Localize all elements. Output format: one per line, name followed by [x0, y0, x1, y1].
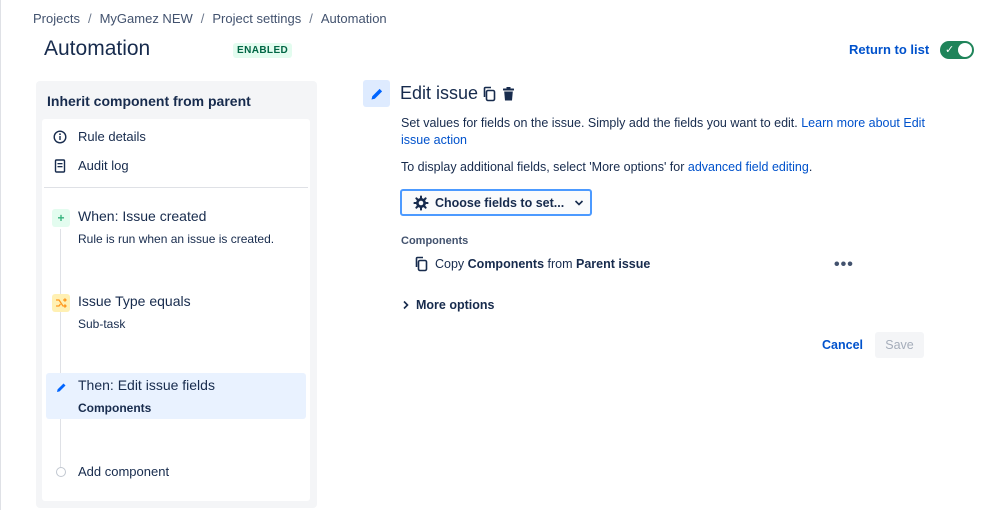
more-options-label: More options	[416, 298, 495, 312]
pencil-icon	[363, 80, 390, 107]
rule-sidebar: Inherit component from parent Rule detai…	[36, 81, 317, 508]
rule-details-label: Rule details	[78, 129, 146, 144]
document-icon	[52, 158, 68, 173]
choose-fields-label: Choose fields to set...	[435, 195, 565, 210]
return-to-list-link[interactable]: Return to list	[849, 42, 929, 57]
step-title: Issue Type equals	[78, 293, 191, 309]
page-title: Automation	[44, 37, 151, 60]
cancel-button[interactable]: Cancel	[815, 332, 870, 358]
rule-name: Inherit component from parent	[47, 93, 251, 109]
step-trigger[interactable]: + When: Issue created Rule is run when a…	[46, 201, 306, 251]
divider	[44, 187, 308, 188]
advanced-field-editing-link[interactable]: advanced field editing	[688, 160, 809, 174]
breadcrumb-project-settings[interactable]: Project settings	[212, 11, 301, 26]
breadcrumb-separator: /	[87, 11, 92, 26]
field-label: Components	[401, 235, 469, 247]
breadcrumb-automation[interactable]: Automation	[321, 11, 387, 26]
note-end: .	[808, 160, 813, 174]
step-condition[interactable]: Issue Type equals Sub-task	[46, 286, 306, 336]
breadcrumb-project[interactable]: MyGamez NEW	[100, 11, 193, 26]
more-actions-icon[interactable]: •••	[834, 256, 854, 274]
chevron-down-icon	[574, 199, 584, 206]
rule-steps-card: Rule details Audit log + When: Issue cre…	[42, 119, 310, 501]
trash-icon[interactable]	[501, 86, 516, 102]
action-title-tools	[482, 86, 516, 102]
info-icon	[52, 129, 68, 144]
more-options-toggle[interactable]: More options	[403, 298, 494, 312]
step-subtitle: Components	[78, 401, 152, 415]
rule-enabled-toggle[interactable]: ✓	[940, 41, 974, 59]
rule-details-link[interactable]: Rule details	[52, 129, 146, 144]
copy-icon	[414, 256, 429, 272]
copy-field: Components	[467, 257, 545, 271]
chevron-right-icon	[403, 300, 409, 310]
shuffle-icon	[52, 294, 70, 312]
add-component-link[interactable]: Add component	[78, 464, 169, 479]
plus-icon: +	[52, 209, 70, 227]
gear-icon	[413, 195, 429, 211]
copy-icon[interactable]	[482, 86, 497, 102]
save-button[interactable]: Save	[875, 332, 924, 358]
copy-source: Parent issue	[576, 257, 651, 271]
description-text: Set values for fields on the issue. Simp…	[401, 116, 802, 130]
breadcrumb-separator: /	[309, 11, 313, 26]
step-connector	[60, 229, 61, 469]
field-setting-row: Copy Components from Parent issue	[414, 256, 650, 272]
window-edge	[0, 0, 1, 510]
additional-fields-note: To display additional fields, select 'Mo…	[401, 159, 812, 176]
audit-log-link[interactable]: Audit log	[52, 158, 129, 173]
choose-fields-button[interactable]: Choose fields to set...	[400, 189, 592, 216]
step-title: Then: Edit issue fields	[78, 377, 215, 393]
breadcrumb: Projects / MyGamez NEW / Project setting…	[33, 11, 387, 26]
action-description: Set values for fields on the issue. Simp…	[401, 115, 941, 149]
status-badge: ENABLED	[233, 43, 293, 58]
step-subtitle: Sub-task	[78, 317, 126, 331]
action-title: Edit issue	[400, 83, 479, 103]
add-component-dot	[56, 467, 66, 477]
step-title: When: Issue created	[78, 208, 207, 224]
copy-prefix: Copy	[435, 257, 468, 271]
step-subtitle: Rule is run when an issue is created.	[78, 232, 275, 246]
audit-log-label: Audit log	[78, 158, 129, 173]
step-action[interactable]: Then: Edit issue fields Components	[46, 373, 306, 419]
note-text: To display additional fields, select 'Mo…	[401, 160, 688, 174]
check-icon: ✓	[945, 44, 955, 56]
toggle-knob	[958, 43, 972, 57]
breadcrumb-projects[interactable]: Projects	[33, 11, 80, 26]
copy-mid: from	[544, 257, 576, 271]
breadcrumb-separator: /	[200, 11, 205, 26]
pencil-icon	[52, 378, 70, 396]
